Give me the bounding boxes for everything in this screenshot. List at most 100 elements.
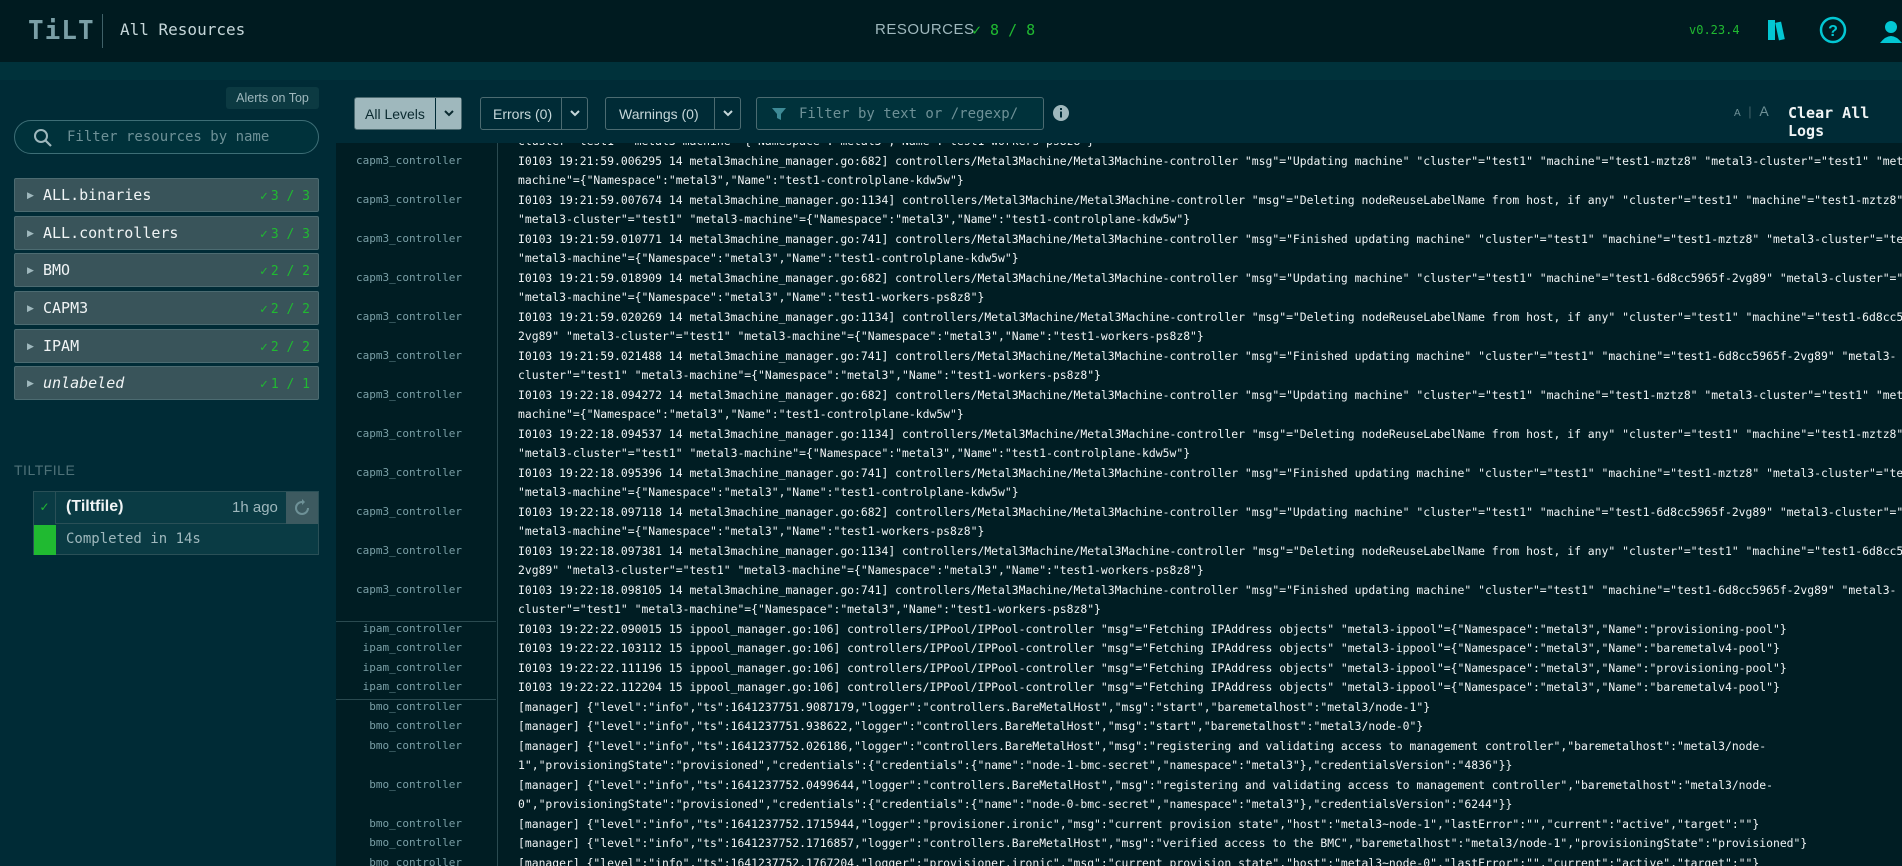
log-source[interactable]: capm3_controller [356, 427, 462, 440]
filter-placeholder: Filter by text or /regexp/ [799, 106, 1019, 122]
log-source[interactable]: capm3_controller [356, 271, 462, 284]
log-source[interactable]: bmo_controller [369, 817, 462, 830]
log-source[interactable]: bmo_controller [369, 778, 462, 791]
log-line: "metal3-machine"={"Namespace":"metal3","… [336, 485, 1902, 505]
tiltfile-time: 1h ago [232, 499, 278, 516]
log-text: I0103 19:22:18.097118 14 metal3machine_m… [518, 504, 1902, 519]
log-line: 2vg89" "metal3-cluster"="test1" "metal3-… [336, 563, 1902, 583]
log-source[interactable]: bmo_controller [369, 739, 462, 752]
log-text: I0103 19:21:59.020269 14 metal3machine_m… [518, 309, 1902, 324]
log-line: cluster"="test1" "metal3-machine"={"Name… [336, 368, 1902, 388]
log-source[interactable]: bmo_controller [369, 719, 462, 732]
log-source[interactable]: bmo_controller [369, 836, 462, 849]
log-text: I0103 19:22:18.095396 14 metal3machine_m… [518, 465, 1902, 480]
sidebar: Alerts on Top Filter resources by name ▶… [0, 80, 332, 866]
warnings-filter-button[interactable]: Warnings (0) [605, 97, 741, 130]
resource-group-all-controllers[interactable]: ▶ ALL.controllers ✓ 3 / 3 [14, 216, 319, 250]
log-text: "metal3-machine"={"Namespace":"metal3","… [518, 485, 1019, 499]
log-source[interactable]: capm3_controller [356, 583, 462, 596]
tiltfile-header: ✓ (Tiltfile) 1h ago [34, 492, 318, 524]
log-filter-input[interactable]: Filter by text or /regexp/ [756, 97, 1044, 130]
tiltfile-section-label: TILTFILE [14, 462, 76, 478]
log-source[interactable]: ipam_controller [363, 641, 462, 654]
log-line: 2vg89" "metal3-cluster"="test1" "metal3-… [336, 329, 1902, 349]
resource-group-unlabeled[interactable]: ▶ unlabeled ✓ 1 / 1 [14, 366, 319, 400]
log-text: I0103 19:22:18.097381 14 metal3machine_m… [518, 543, 1902, 558]
docs-icon[interactable] [1762, 15, 1792, 45]
log-line: capm3_controller I0103 19:22:18.098105 14… [336, 583, 1902, 603]
chevron-down-icon[interactable] [561, 98, 587, 129]
group-status-count: ✓ 2 / 2 [260, 264, 310, 279]
log-source[interactable]: capm3_controller [356, 193, 462, 206]
tilt-logo[interactable]: TiLT [28, 16, 95, 46]
log-text: I0103 19:21:59.018909 14 metal3machine_m… [518, 270, 1902, 285]
expand-triangle-icon: ▶ [27, 228, 34, 238]
check-icon: ✓ [260, 377, 268, 392]
log-text: cluster="test1" "metal3-machine"={"Names… [518, 143, 1094, 148]
log-text: "metal3-machine"={"Namespace":"metal3","… [518, 251, 1019, 265]
all-levels-button[interactable]: All Levels [354, 97, 462, 130]
chevron-down-icon[interactable] [714, 98, 740, 129]
log-line: "metal3-machine"={"Namespace":"metal3","… [336, 290, 1902, 310]
log-pane: All Levels Errors (0) Warnings (0) Filte… [336, 80, 1902, 866]
info-icon[interactable] [1052, 104, 1070, 122]
font-size-toggle[interactable]: A | A [1734, 103, 1769, 119]
log-source[interactable]: capm3_controller [356, 388, 462, 401]
log-source[interactable]: capm3_controller [356, 232, 462, 245]
log-line: bmo_controller [manager] {"level":"info",… [336, 739, 1902, 759]
errors-filter-button[interactable]: Errors (0) [480, 97, 588, 130]
alerts-on-top-button[interactable]: Alerts on Top [226, 87, 319, 109]
resource-group-all-binaries[interactable]: ▶ ALL.binaries ✓ 3 / 3 [14, 178, 319, 212]
font-smaller-button[interactable]: A [1734, 108, 1741, 119]
resources-count: ✓ 8 / 8 [972, 21, 1036, 39]
group-status-count: ✓ 3 / 3 [260, 189, 310, 204]
log-source[interactable]: capm3_controller [356, 349, 462, 362]
resource-search-input[interactable]: Filter resources by name [14, 120, 319, 154]
group-name: ALL.controllers [43, 224, 179, 242]
log-source[interactable]: capm3_controller [356, 310, 462, 323]
log-source[interactable]: ipam_controller [363, 680, 462, 693]
log-text: machine"={"Namespace":"metal3","Name":"t… [518, 407, 964, 421]
log-source[interactable]: capm3_controller [356, 505, 462, 518]
log-source[interactable]: bmo_controller [369, 700, 462, 713]
group-name: unlabeled [43, 374, 125, 392]
expand-triangle-icon: ▶ [27, 303, 34, 313]
log-source[interactable]: bmo_controller [369, 856, 462, 866]
log-text: 1","provisioningState":"provisioned","cr… [518, 758, 1513, 772]
tiltfile-resource-card[interactable]: ✓ (Tiltfile) 1h ago Completed in 14s [33, 491, 319, 555]
group-name: ALL.binaries [43, 186, 152, 204]
log-lines[interactable]: cluster="test1" "metal3-machine"={"Names… [336, 143, 1902, 866]
log-text: "metal3-machine"={"Namespace":"metal3","… [518, 524, 985, 538]
version-label[interactable]: v0.23.4 [1689, 23, 1740, 37]
log-text: "metal3-cluster"="test1" "metal3-machine… [518, 446, 1191, 460]
font-larger-button[interactable]: A [1759, 103, 1768, 119]
chevron-down-icon[interactable] [435, 98, 461, 129]
log-source[interactable]: capm3_controller [356, 154, 462, 167]
log-source[interactable]: ipam_controller [363, 661, 462, 674]
account-icon[interactable] [1876, 15, 1902, 45]
log-line: capm3_controller I0103 19:21:59.021488 14… [336, 349, 1902, 369]
log-line: bmo_controller [manager] {"level":"info",… [336, 719, 1902, 739]
log-line: ipam_controller I0103 19:22:22.103112 15 … [336, 641, 1902, 661]
log-source[interactable]: ipam_controller [363, 622, 462, 635]
reload-button[interactable] [286, 492, 318, 524]
resource-group-capm3[interactable]: ▶ CAPM3 ✓ 2 / 2 [14, 291, 319, 325]
log-text: I0103 19:21:59.021488 14 metal3machine_m… [518, 348, 1897, 363]
group-name: IPAM [43, 337, 80, 355]
resource-group-ipam[interactable]: ▶ IPAM ✓ 2 / 2 [14, 329, 319, 363]
log-text: [manager] {"level":"info","ts":164123775… [518, 836, 1808, 850]
log-line: bmo_controller [manager] {"level":"info",… [336, 700, 1902, 720]
log-text: 2vg89" "metal3-cluster"="test1" "metal3-… [518, 563, 1204, 577]
log-line: ipam_controller I0103 19:22:22.111196 15 … [336, 661, 1902, 681]
log-source[interactable]: capm3_controller [356, 466, 462, 479]
help-icon[interactable]: ? [1818, 15, 1848, 45]
log-text: I0103 19:21:59.010771 14 metal3machine_m… [518, 231, 1902, 246]
log-source[interactable]: capm3_controller [356, 544, 462, 557]
clear-all-logs-button[interactable]: Clear All Logs [1788, 104, 1902, 140]
log-line: bmo_controller [manager] {"level":"info",… [336, 856, 1902, 866]
expand-triangle-icon: ▶ [27, 341, 34, 351]
resource-group-bmo[interactable]: ▶ BMO ✓ 2 / 2 [14, 253, 319, 287]
log-text: 2vg89" "metal3-cluster"="test1" "metal3-… [518, 329, 1204, 343]
log-line: cluster="test1" "metal3-machine"={"Names… [336, 143, 1902, 154]
check-icon: ✓ [260, 189, 268, 204]
